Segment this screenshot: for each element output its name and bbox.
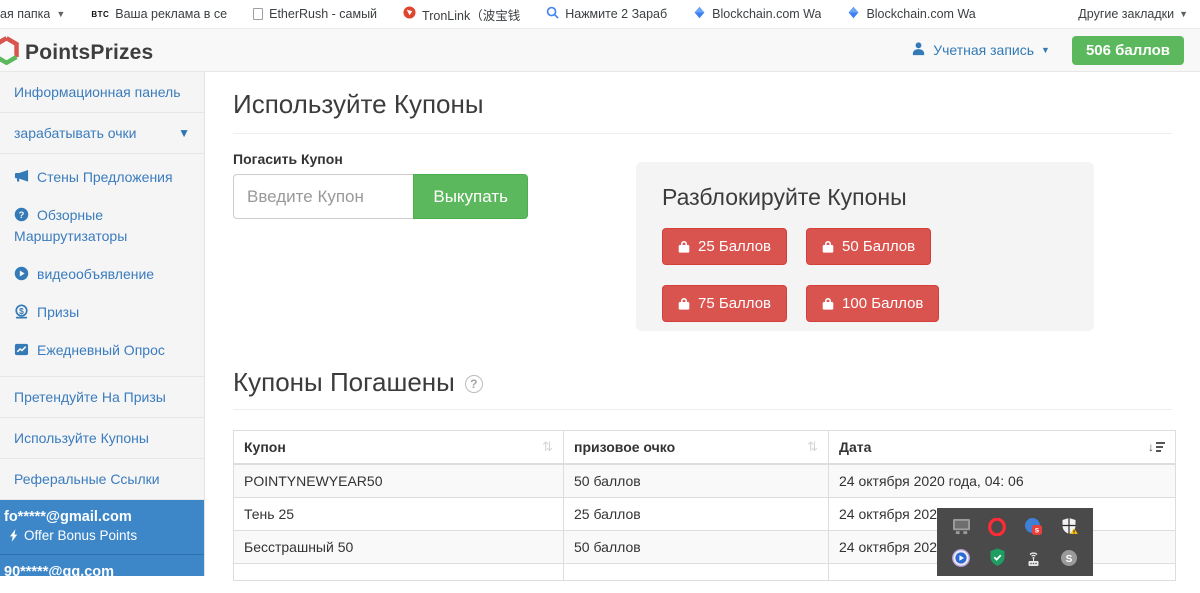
sort-icon: ⇅ bbox=[542, 439, 553, 455]
table-row: POINTYNEWYEAR50 50 баллов 24 октября 202… bbox=[234, 464, 1176, 498]
page-title: Используйте Купоны bbox=[233, 89, 1172, 120]
cell-date: 24 октября 2020 года, 04: 06 bbox=[829, 464, 1176, 498]
magnifier-icon bbox=[546, 6, 559, 22]
cell-points: 25 баллов bbox=[564, 498, 829, 531]
antenna-icon[interactable] bbox=[1023, 548, 1043, 568]
bookmark-item[interactable]: BTC Ваша реклама в се bbox=[91, 7, 227, 21]
lock-icon bbox=[822, 240, 834, 253]
play-circle-icon bbox=[14, 266, 29, 281]
lock-icon bbox=[678, 297, 690, 310]
sidebar-item-survey-routers[interactable]: ?Обзорные Маршрутизаторы bbox=[0, 196, 204, 255]
cell-points: 50 баллов bbox=[564, 464, 829, 498]
unlock-75-points-button[interactable]: 75 Баллов bbox=[662, 285, 787, 322]
unlock-panel-title: Разблокируйте Купоны bbox=[662, 184, 1068, 211]
column-header-coupon[interactable]: Купон ⇅ bbox=[234, 431, 564, 465]
sort-icon: ⇅ bbox=[807, 439, 818, 455]
system-tray-popup: s S bbox=[937, 508, 1093, 576]
chevron-down-icon: ▼ bbox=[178, 126, 190, 140]
lightning-icon bbox=[10, 529, 19, 542]
blockchain-icon bbox=[847, 6, 860, 22]
divider bbox=[233, 133, 1172, 134]
account-menu[interactable]: Учетная запись ▼ bbox=[911, 41, 1050, 59]
sidebar-item-video-ads[interactable]: видеообъявление bbox=[0, 255, 204, 293]
sidebar-item-daily-poll[interactable]: Ежедневный Опрос bbox=[0, 331, 204, 369]
megaphone-icon bbox=[14, 169, 29, 184]
shield-check-icon[interactable] bbox=[987, 548, 1007, 568]
sidebar-item-dashboard[interactable]: Информационная панель bbox=[0, 72, 204, 113]
cell-points: 50 баллов bbox=[564, 531, 829, 564]
column-header-date[interactable]: Дата ↓ bbox=[829, 431, 1176, 465]
defender-warning-icon[interactable] bbox=[1059, 517, 1079, 537]
skype-icon[interactable]: S bbox=[1059, 548, 1079, 568]
bookmark-item[interactable]: Blockchain.com Wa bbox=[693, 6, 821, 22]
bookmark-item[interactable]: Blockchain.com Wa bbox=[847, 6, 975, 22]
svg-text:s: s bbox=[1034, 525, 1039, 534]
unlock-coupons-panel: Разблокируйте Купоны 25 Баллов 50 Баллов… bbox=[636, 162, 1094, 331]
sort-desc-icon: ↓ bbox=[1148, 441, 1165, 453]
chart-line-icon bbox=[14, 342, 29, 357]
chevron-down-icon: ▼ bbox=[1179, 9, 1188, 19]
help-icon[interactable]: ? bbox=[465, 375, 483, 393]
sidebar-item-referral-links[interactable]: Реферальные Ссылки bbox=[0, 459, 204, 500]
brand-logo[interactable]: PointsPrizes bbox=[0, 36, 153, 70]
app-header: PointsPrizes Учетная запись ▼ 506 баллов bbox=[0, 29, 1200, 72]
lock-icon bbox=[822, 297, 834, 310]
sidebar-nav: Информационная панель зарабатывать очки … bbox=[0, 72, 205, 576]
redeem-coupon-form: Выкупать bbox=[233, 174, 528, 219]
unlock-25-points-button[interactable]: 25 Баллов bbox=[662, 228, 787, 265]
bonus-account-gmail[interactable]: fo*****@gmail.com Offer Bonus Points bbox=[0, 500, 204, 555]
sidebar-earn-submenu: Стены Предложения ?Обзорные Маршрутизато… bbox=[0, 154, 204, 377]
user-icon bbox=[911, 41, 926, 59]
svg-text:$: $ bbox=[19, 306, 24, 316]
btc-icon: BTC bbox=[91, 10, 109, 19]
unlock-50-points-button[interactable]: 50 Баллов bbox=[806, 228, 931, 265]
redeemed-coupons-title: Купоны Погашены ? bbox=[233, 367, 1172, 398]
cell-coupon: POINTYNEWYEAR50 bbox=[234, 464, 564, 498]
page-icon bbox=[253, 8, 263, 20]
cell-coupon: Тень 25 bbox=[234, 498, 564, 531]
bookmark-label: ая папка bbox=[0, 7, 50, 21]
cell-coupon: Бесстрашный 50 bbox=[234, 531, 564, 564]
sidebar-item-offer-walls[interactable]: Стены Предложения bbox=[0, 158, 204, 196]
sidebar-item-earn-points[interactable]: зарабатывать очки ▼ bbox=[0, 113, 204, 154]
chevron-down-icon: ▼ bbox=[56, 9, 65, 19]
coupon-input[interactable] bbox=[233, 174, 413, 219]
brand-name: PointsPrizes bbox=[25, 41, 153, 65]
redeem-button[interactable]: Выкупать bbox=[413, 174, 528, 219]
bookmark-folder[interactable]: ая папка ▼ bbox=[0, 7, 65, 21]
app-s-icon[interactable]: s bbox=[1023, 517, 1043, 537]
bookmarks-bar: ая папка ▼ BTC Ваша реклама в се EtherRu… bbox=[0, 0, 1200, 29]
unlock-100-points-button[interactable]: 100 Баллов bbox=[806, 285, 939, 322]
svg-text:?: ? bbox=[19, 210, 25, 220]
sidebar-item-prizes[interactable]: $Призы bbox=[0, 293, 204, 331]
dollar-icon: $ bbox=[14, 304, 29, 319]
tronlink-icon bbox=[403, 6, 416, 22]
account-label: Учетная запись bbox=[933, 42, 1034, 58]
media-player-icon[interactable] bbox=[951, 548, 971, 568]
lock-icon bbox=[678, 240, 690, 253]
sidebar-item-claim-prizes[interactable]: Претендуйте На Призы bbox=[0, 377, 204, 418]
column-header-points[interactable]: призовое очко ⇅ bbox=[564, 431, 829, 465]
main-content: Используйте Купоны Погасить Купон Выкупа… bbox=[206, 72, 1200, 576]
points-badge[interactable]: 506 баллов bbox=[1072, 36, 1184, 65]
bookmark-item[interactable]: TronLink（波宝钱 bbox=[403, 5, 520, 24]
blockchain-icon bbox=[693, 6, 706, 22]
other-bookmarks-button[interactable]: Другие закладки ▼ bbox=[1078, 7, 1188, 21]
opera-icon[interactable] bbox=[987, 517, 1007, 537]
pointsprizes-hexagon-icon bbox=[0, 36, 20, 70]
bonus-account-qq[interactable]: 90*****@qq.com Offer Bonus Points bbox=[0, 555, 204, 576]
bonus-accounts: fo*****@gmail.com Offer Bonus Points 90*… bbox=[0, 500, 204, 576]
question-circle-icon: ? bbox=[14, 207, 29, 222]
monitor-icon[interactable] bbox=[951, 517, 971, 537]
chevron-down-icon: ▼ bbox=[1041, 45, 1050, 55]
divider bbox=[233, 409, 1172, 410]
sidebar-item-use-coupons[interactable]: Используйте Купоны bbox=[0, 418, 204, 459]
svg-text:S: S bbox=[1066, 554, 1073, 565]
bookmark-item[interactable]: Нажмите 2 Зараб bbox=[546, 6, 667, 22]
bookmark-item[interactable]: EtherRush - самый bbox=[253, 7, 377, 21]
